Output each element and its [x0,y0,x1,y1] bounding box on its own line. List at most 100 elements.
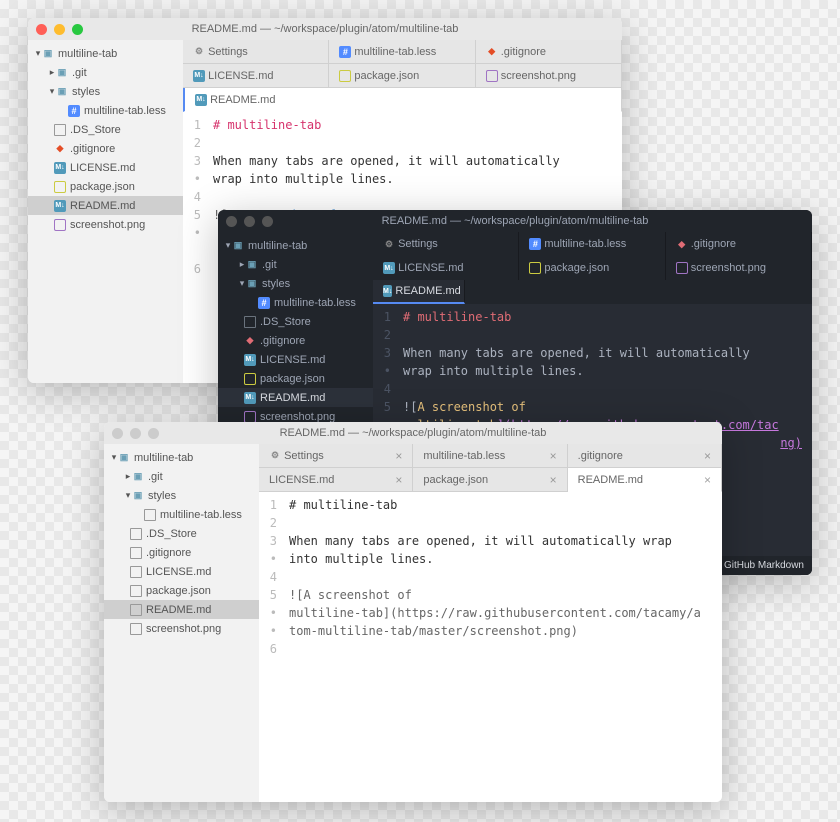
tree-styles[interactable]: ▾▣styles [28,82,183,101]
tree-gitignore[interactable]: ◆.gitignore [218,331,373,350]
less-icon: # [529,238,541,250]
titlebar[interactable]: README.md — ~/workspace/plugin/atom/mult… [28,18,622,40]
tab-bar: ⚙ Settings× multiline-tab.less× .gitigno… [259,444,722,492]
minimize-icon[interactable] [130,428,141,439]
tree-label: package.json [260,373,325,385]
tree-readme[interactable]: README.md [104,600,259,619]
traffic-lights[interactable] [36,24,83,35]
tree-license[interactable]: LICENSE.md [104,562,259,581]
tab-label: LICENSE.md [398,262,463,274]
tree-label: README.md [146,604,211,616]
tab-gitignore[interactable]: ◆ .gitignore [666,232,812,256]
tree-root[interactable]: ▾▣multiline-tab [104,448,259,467]
gear-icon: ⚙ [193,46,205,58]
tree-root[interactable]: ▾▣multiline-tab [218,236,373,255]
tree-styles[interactable]: ▾▣styles [218,274,373,293]
tab-license[interactable]: LICENSE.md× [259,468,413,492]
tree-git[interactable]: ▸▣.git [218,255,373,274]
chevron-down-icon: ▾ [224,240,232,251]
tab-readme[interactable]: M↓ README.md [183,88,622,112]
tree-label: .git [262,259,277,271]
tree-readme[interactable]: M↓README.md [28,196,183,215]
titlebar[interactable]: README.md — ~/workspace/plugin/atom/mult… [218,210,812,232]
tree-ds[interactable]: .DS_Store [218,312,373,331]
tab-gitignore[interactable]: ◆ .gitignore [476,40,622,64]
tree-package[interactable]: package.json [218,369,373,388]
close-tab-icon[interactable]: × [696,449,711,463]
tab-readme[interactable]: M↓ README.md [373,280,465,304]
tree-git[interactable]: ▸▣.git [28,63,183,82]
tree-ds[interactable]: .DS_Store [104,524,259,543]
zoom-icon[interactable] [262,216,273,227]
code-content[interactable]: # multiline-tab When many tabs are opene… [285,492,709,802]
tab-less[interactable]: # multiline-tab.less [329,40,475,64]
tab-label: screenshot.png [691,262,766,274]
tree-screenshot[interactable]: screenshot.png [104,619,259,638]
window-light-2: README.md — ~/workspace/plugin/atom/mult… [104,422,722,802]
tree-package[interactable]: package.json [104,581,259,600]
tree-license[interactable]: M↓LICENSE.md [28,158,183,177]
tree-package[interactable]: package.json [28,177,183,196]
tab-license[interactable]: M↓ LICENSE.md [373,256,519,280]
tree-gitignore[interactable]: .gitignore [104,543,259,562]
folder-icon: ▣ [246,278,258,290]
close-tab-icon[interactable]: × [542,449,557,463]
chevron-down-icon: ▾ [124,490,132,501]
close-icon[interactable] [112,428,123,439]
markdown-icon: M↓ [195,94,207,106]
tab-license[interactable]: M↓ LICENSE.md [183,64,329,88]
tab-settings[interactable]: ⚙ Settings [373,232,519,256]
editor[interactable]: 123•45••6 # multiline-tab When many tabs… [259,492,722,802]
minimize-icon[interactable] [244,216,255,227]
tree-label: styles [72,86,100,98]
tab-less[interactable]: # multiline-tab.less [519,232,665,256]
window-title: README.md — ~/workspace/plugin/atom/mult… [218,215,812,227]
tree-styles[interactable]: ▾▣styles [104,486,259,505]
tree-less[interactable]: multiline-tab.less [104,505,259,524]
tab-screenshot[interactable]: screenshot.png [476,64,622,88]
tree-view[interactable]: ▾▣multiline-tab ▸▣.git ▾▣styles multilin… [104,444,259,802]
tree-root[interactable]: ▾▣multiline-tab [28,44,183,63]
tree-readme[interactable]: M↓README.md [218,388,373,407]
tree-label: multiline-tab.less [84,105,166,117]
tree-label: LICENSE.md [260,354,325,366]
titlebar[interactable]: README.md — ~/workspace/plugin/atom/mult… [104,422,722,444]
close-icon[interactable] [36,24,47,35]
folder-icon: ▣ [118,452,130,464]
file-icon [244,316,256,328]
close-icon[interactable] [226,216,237,227]
tab-package[interactable]: package.json× [413,468,567,492]
tab-less[interactable]: multiline-tab.less× [413,444,567,468]
zoom-icon[interactable] [148,428,159,439]
close-tab-icon[interactable]: × [696,473,711,487]
close-tab-icon[interactable]: × [387,473,402,487]
tree-ds[interactable]: .DS_Store [28,120,183,139]
tab-label: multiline-tab.less [544,238,626,250]
tree-git[interactable]: ▸▣.git [104,467,259,486]
tab-settings[interactable]: ⚙ Settings× [259,444,413,468]
tree-screenshot[interactable]: screenshot.png [28,215,183,234]
close-tab-icon[interactable]: × [387,449,402,463]
tab-package[interactable]: package.json [519,256,665,280]
zoom-icon[interactable] [72,24,83,35]
tree-view[interactable]: ▾▣multiline-tab ▸▣.git ▾▣styles #multili… [28,40,183,383]
tab-screenshot[interactable]: screenshot.png [666,256,812,280]
close-tab-icon[interactable]: × [542,473,557,487]
tree-license[interactable]: M↓LICENSE.md [218,350,373,369]
tree-label: LICENSE.md [70,162,135,174]
tab-label: Settings [208,46,248,58]
traffic-lights[interactable] [112,428,159,439]
tab-package[interactable]: package.json [329,64,475,88]
tab-settings[interactable]: ⚙ Settings [183,40,329,64]
tree-less[interactable]: #multiline-tab.less [28,101,183,120]
tab-gitignore[interactable]: .gitignore× [568,444,722,468]
tree-less[interactable]: #multiline-tab.less [218,293,373,312]
traffic-lights[interactable] [226,216,273,227]
minimize-icon[interactable] [54,24,65,35]
file-icon [130,547,142,559]
status-lang[interactable]: GitHub Markdown [716,556,812,575]
tab-readme[interactable]: README.md× [568,468,722,492]
tree-gitignore[interactable]: ◆.gitignore [28,139,183,158]
folder-icon: ▣ [132,471,144,483]
file-icon [130,528,142,540]
